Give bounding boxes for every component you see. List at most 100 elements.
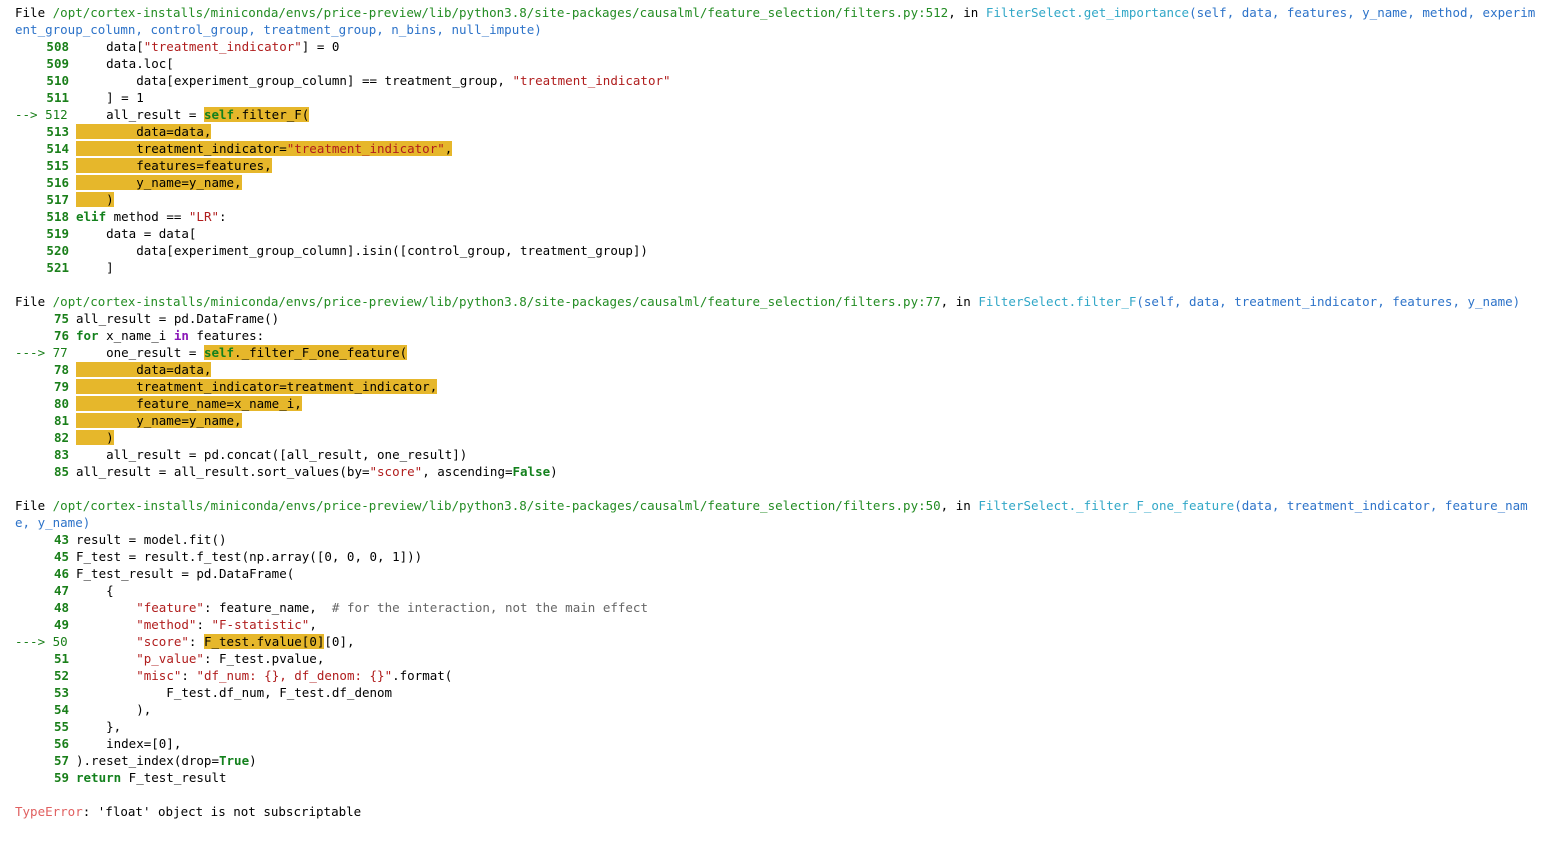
file-path: /opt/cortex-installs/miniconda/envs/pric… — [52, 294, 941, 309]
code-token: data[ — [76, 39, 144, 54]
code-line: 81 y_name=y_name, — [15, 412, 1541, 429]
code-text: data["treatment_indicator"] = 0 — [76, 38, 339, 55]
line-number: 82 — [53, 430, 69, 445]
frame-separator — [15, 786, 1541, 803]
code-text: all_result = pd.concat([all_result, one_… — [76, 446, 467, 463]
code-token: data[experiment_group_column] == treatme… — [76, 73, 513, 88]
file-path: /opt/cortex-installs/miniconda/envs/pric… — [52, 498, 941, 513]
code-token: one_result = — [76, 345, 204, 360]
line-number: 79 — [53, 379, 69, 394]
code-line: 78 data=data, — [15, 361, 1541, 378]
highlighted-token: , — [444, 141, 453, 156]
line-number: 509 — [46, 56, 69, 71]
current-line-arrow: ---> — [15, 634, 53, 649]
code-token: F_test_result = pd.DataFrame( — [76, 566, 295, 581]
code-line: 54 ), — [15, 701, 1541, 718]
code-token: : feature_name, — [203, 600, 332, 615]
code-token: "score" — [136, 634, 189, 649]
line-number: 81 — [53, 413, 69, 428]
code-text: ).reset_index(drop=True) — [76, 752, 257, 769]
code-text: ) — [76, 429, 114, 446]
code-line: 75 all_result = pd.DataFrame() — [15, 310, 1541, 327]
code-line: 43 result = model.fit() — [15, 531, 1541, 548]
line-number: 513 — [46, 124, 69, 139]
highlighted-token: "treatment_indicator" — [286, 141, 445, 156]
code-token: ), — [76, 702, 152, 717]
line-number: 43 — [53, 532, 69, 547]
code-token: x_name_i — [98, 328, 174, 343]
code-line: 76 for x_name_i in features: — [15, 327, 1541, 344]
code-text: data.loc[ — [76, 55, 174, 72]
line-number: 85 — [53, 464, 69, 479]
code-text: feature_name=x_name_i, — [76, 395, 302, 412]
file-label: File — [15, 498, 46, 513]
highlighted-token: F_test.fvalue[0] — [203, 634, 325, 649]
code-text: return F_test_result — [76, 769, 227, 786]
code-line: 55 }, — [15, 718, 1541, 735]
code-text: for x_name_i in features: — [76, 327, 264, 344]
line-number-value: 77 — [52, 345, 68, 360]
code-text: F_test = result.f_test(np.array([0, 0, 0… — [76, 548, 422, 565]
line-number: 510 — [46, 73, 69, 88]
line-number: 80 — [53, 396, 69, 411]
line-number: 46 — [53, 566, 69, 581]
file-label: File — [15, 5, 46, 20]
code-token: False — [512, 464, 551, 479]
code-token: F_test_result — [121, 770, 227, 785]
frame-separator — [15, 276, 1541, 293]
line-number: 75 — [53, 311, 69, 326]
frame-header: File /opt/cortex-installs/miniconda/envs… — [15, 498, 1528, 530]
code-token: }, — [76, 719, 122, 734]
in-label: in — [955, 498, 971, 513]
code-token: : — [219, 209, 227, 224]
line-number-value: 512 — [45, 107, 68, 122]
code-token: ) — [550, 464, 558, 479]
frame-separator — [15, 480, 1541, 497]
code-line: 513 data=data, — [15, 123, 1541, 140]
line-number-value: 50 — [52, 634, 68, 649]
code-text: ] — [76, 259, 114, 276]
code-line: 508 data["treatment_indicator"] = 0 — [15, 38, 1541, 55]
highlighted-token: treatment_indicator=treatment_indicator, — [76, 379, 438, 394]
line-number: --> 512 — [15, 106, 76, 123]
line-number: 49 — [53, 617, 69, 632]
line-number: 51 — [53, 651, 69, 666]
code-line: 79 treatment_indicator=treatment_indicat… — [15, 378, 1541, 395]
code-line: 515 features=features, — [15, 157, 1541, 174]
code-line: 516 y_name=y_name, — [15, 174, 1541, 191]
code-line: 45 F_test = result.f_test(np.array([0, 0,… — [15, 548, 1541, 565]
code-token: "feature" — [136, 600, 204, 615]
code-text: data = data[ — [76, 225, 196, 242]
code-text: result = model.fit() — [76, 531, 227, 548]
code-token: .format( — [392, 668, 453, 683]
line-number: 48 — [53, 600, 69, 615]
code-token: data = data[ — [76, 226, 197, 241]
line-number: 52 — [53, 668, 69, 683]
code-token: ] = 1 — [76, 90, 144, 105]
function-name: FilterSelect.filter_F — [978, 294, 1137, 309]
code-token: ] = 0 — [301, 39, 340, 54]
code-text: one_result = self._filter_F_one_feature( — [76, 344, 408, 361]
code-token: "df_num: {}, df_denom: {}" — [196, 668, 393, 683]
highlighted-token: y_name=y_name, — [76, 175, 242, 190]
code-line: 85 all_result = all_result.sort_values(by… — [15, 463, 1541, 480]
highlighted-token: ) — [76, 192, 114, 207]
code-text: ] = 1 — [76, 89, 144, 106]
code-token: "LR" — [188, 209, 220, 224]
code-line: 517 ) — [15, 191, 1541, 208]
code-token: in — [173, 328, 189, 343]
code-text: treatment_indicator="treatment_indicator… — [76, 140, 453, 157]
code-token: : F_test.pvalue, — [203, 651, 325, 666]
code-text: elif method == "LR": — [76, 208, 227, 225]
code-text: treatment_indicator=treatment_indicator, — [76, 378, 438, 395]
traceback-output: File /opt/cortex-installs/miniconda/envs… — [15, 4, 1541, 820]
function-name: FilterSelect.get_importance — [985, 5, 1190, 20]
code-text: y_name=y_name, — [76, 174, 242, 191]
line-number: 78 — [53, 362, 69, 377]
current-line-arrow: ---> — [15, 345, 53, 360]
code-token: "misc" — [136, 668, 182, 683]
code-token: all_result = pd.concat([all_result, one_… — [76, 447, 468, 462]
